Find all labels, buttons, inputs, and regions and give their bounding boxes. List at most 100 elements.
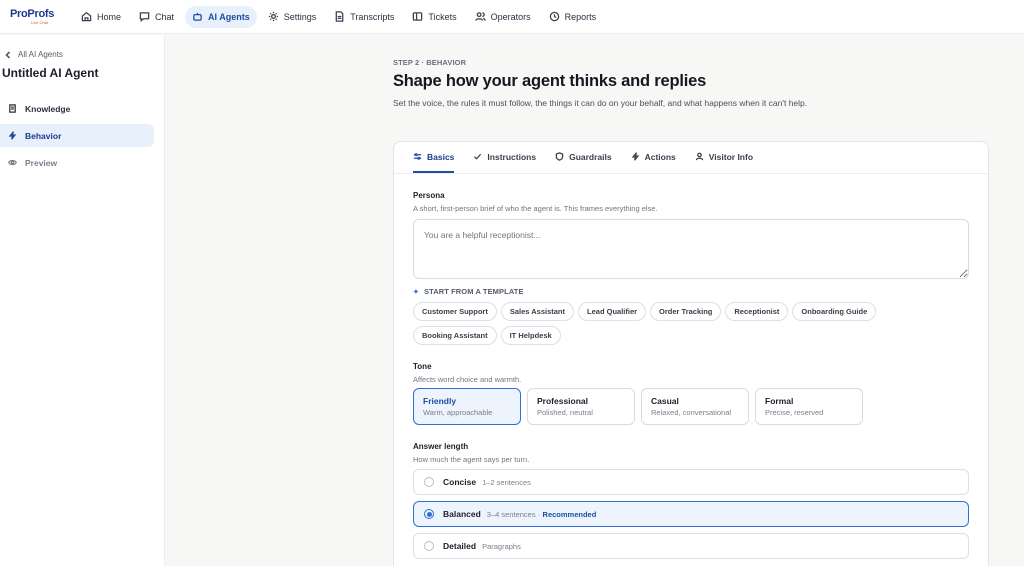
main-nav: Home Chat AI Agents Settings Transcripts…	[74, 5, 607, 28]
tone-title: Professional	[537, 396, 589, 406]
lightning-icon	[8, 131, 17, 140]
top-navigation: ProProfs Live Chat Home Chat AI Agents S…	[0, 0, 1024, 34]
nav-label: Reports	[564, 11, 597, 22]
clock-icon	[549, 11, 559, 22]
persona-label: Persona	[413, 191, 445, 200]
sidebar: All AI Agents Untitled AI Agent Knowledg…	[0, 35, 165, 566]
template-chip-lead-qualifier[interactable]: Lead Qualifier	[578, 302, 647, 321]
template-chip-receptionist[interactable]: Receptionist	[725, 302, 789, 321]
tab-basics[interactable]: Basics	[413, 142, 455, 173]
tone-option-formal[interactable]: Formal Precise, reserved	[755, 388, 863, 425]
template-heading: ✦ START FROM A TEMPLATE	[413, 287, 524, 296]
back-link-label: All AI Agents	[18, 50, 63, 59]
nav-item-tickets[interactable]: Tickets	[405, 6, 463, 28]
template-chip-it-helpdesk[interactable]: IT Helpdesk	[500, 326, 561, 345]
chat-icon	[139, 12, 150, 22]
nav-item-settings[interactable]: Settings	[261, 6, 324, 28]
nav-item-reports[interactable]: Reports	[542, 6, 604, 28]
lightning-icon	[631, 152, 639, 161]
robot-icon	[193, 12, 202, 21]
radio-icon	[424, 541, 434, 551]
step-indicator: STEP 2 · BEHAVIOR	[393, 58, 467, 67]
tone-desc: Relaxed, conversational	[651, 408, 732, 417]
behavior-card: Basics Instructions Guardrails Actions V…	[393, 141, 989, 566]
answer-option-detailed[interactable]: Detailed Paragraphs	[413, 533, 969, 559]
nav-label: Operators	[490, 11, 531, 22]
document-icon	[335, 11, 344, 22]
persona-help: A short, first-person brief of who the a…	[413, 204, 658, 213]
ticket-icon	[413, 12, 423, 21]
tone-desc: Polished, neutral	[537, 408, 593, 417]
tab-visitor-info[interactable]: Visitor Info	[695, 142, 753, 173]
tab-label: Actions	[644, 151, 676, 162]
nav-item-home[interactable]: Home	[74, 6, 128, 28]
nav-item-chat[interactable]: Chat	[132, 6, 181, 28]
sidebar-item-label: Knowledge	[25, 103, 71, 114]
sliders-icon	[413, 153, 422, 160]
eye-icon	[8, 159, 17, 166]
nav-label: Chat	[155, 11, 175, 22]
logo-brand: ProProfs	[10, 7, 55, 20]
answer-option-balanced[interactable]: Balanced 3–4 sentences · Recommended	[413, 501, 969, 527]
answer-option-concise[interactable]: Concise 1–2 sentences	[413, 469, 969, 495]
behavior-tabs: Basics Instructions Guardrails Actions V…	[394, 142, 988, 174]
answer-option-desc: 3–4 sentences ·	[486, 509, 541, 519]
page-subtitle: Set the voice, the rules it must follow,…	[393, 98, 808, 108]
template-chip-sales-assistant[interactable]: Sales Assistant	[500, 302, 575, 321]
sidebar-item-behavior[interactable]: Behavior	[0, 124, 154, 147]
proprofs-logo[interactable]: ProProfs Live Chat	[0, 7, 60, 25]
tone-option-professional[interactable]: Professional Polished, neutral	[527, 388, 635, 425]
user-icon	[695, 152, 704, 161]
home-icon	[81, 11, 92, 22]
nav-label: Settings	[283, 11, 317, 22]
tone-title: Casual	[651, 396, 679, 406]
nav-label: AI Agents	[208, 11, 250, 22]
answer-option-desc: 1–2 sentences	[482, 477, 531, 487]
tone-help: Affects word choice and warmth.	[413, 375, 522, 384]
answer-length-options: Concise 1–2 sentences Balanced 3–4 sente…	[413, 469, 969, 565]
tab-instructions[interactable]: Instructions	[473, 142, 536, 173]
book-icon	[9, 104, 16, 113]
answer-length-help: How much the agent says per turn.	[413, 455, 530, 464]
tab-label: Visitor Info	[708, 151, 754, 162]
tab-guardrails[interactable]: Guardrails	[555, 142, 612, 173]
sparkle-icon: ✦	[413, 288, 419, 296]
tone-option-friendly[interactable]: Friendly Warm, approachable	[413, 388, 521, 425]
nav-label: Home	[97, 11, 122, 22]
tone-label: Tone	[413, 362, 432, 371]
recommended-badge: Recommended	[542, 509, 597, 519]
tone-title: Friendly	[423, 396, 457, 406]
template-chip-order-tracking[interactable]: Order Tracking	[650, 302, 722, 321]
tone-option-casual[interactable]: Casual Relaxed, conversational	[641, 388, 749, 425]
template-chip-customer-support[interactable]: Customer Support	[413, 302, 497, 321]
template-chip-onboarding-guide[interactable]: Onboarding Guide	[792, 302, 877, 321]
template-chips: Customer Support Sales Assistant Lead Qu…	[413, 302, 913, 345]
nav-item-ai-agents[interactable]: AI Agents	[185, 5, 257, 28]
check-icon	[474, 153, 482, 160]
tone-desc: Warm, approachable	[423, 408, 493, 417]
tab-actions[interactable]: Actions	[631, 142, 676, 173]
template-chip-booking-assistant[interactable]: Booking Assistant	[413, 326, 497, 345]
template-heading-label: START FROM A TEMPLATE	[423, 287, 524, 296]
gear-icon	[268, 11, 278, 22]
nav-item-operators[interactable]: Operators	[468, 6, 538, 28]
nav-item-transcripts[interactable]: Transcripts	[327, 6, 401, 28]
shield-icon	[555, 152, 564, 161]
tone-options: Friendly Warm, approachable Professional…	[413, 388, 863, 425]
sidebar-item-knowledge[interactable]: Knowledge	[0, 97, 154, 120]
radio-icon	[424, 477, 434, 487]
sidebar-menu: Knowledge Behavior Preview	[0, 97, 165, 178]
nav-label: Transcripts	[350, 11, 395, 22]
sidebar-item-preview[interactable]: Preview	[0, 151, 154, 174]
answer-option-name: Detailed	[443, 541, 477, 551]
answer-option-name: Concise	[443, 477, 477, 487]
back-to-all-agents-link[interactable]: All AI Agents	[4, 50, 63, 59]
persona-textarea[interactable]	[413, 219, 969, 279]
logo-subtitle: Live Chat	[31, 19, 48, 25]
sidebar-item-label: Preview	[25, 157, 58, 168]
radio-selected-icon	[424, 509, 434, 519]
answer-length-label: Answer length	[413, 442, 469, 451]
answer-option-desc: Paragraphs	[482, 541, 521, 551]
chevron-left-icon	[5, 50, 11, 59]
tone-title: Formal	[765, 396, 794, 406]
